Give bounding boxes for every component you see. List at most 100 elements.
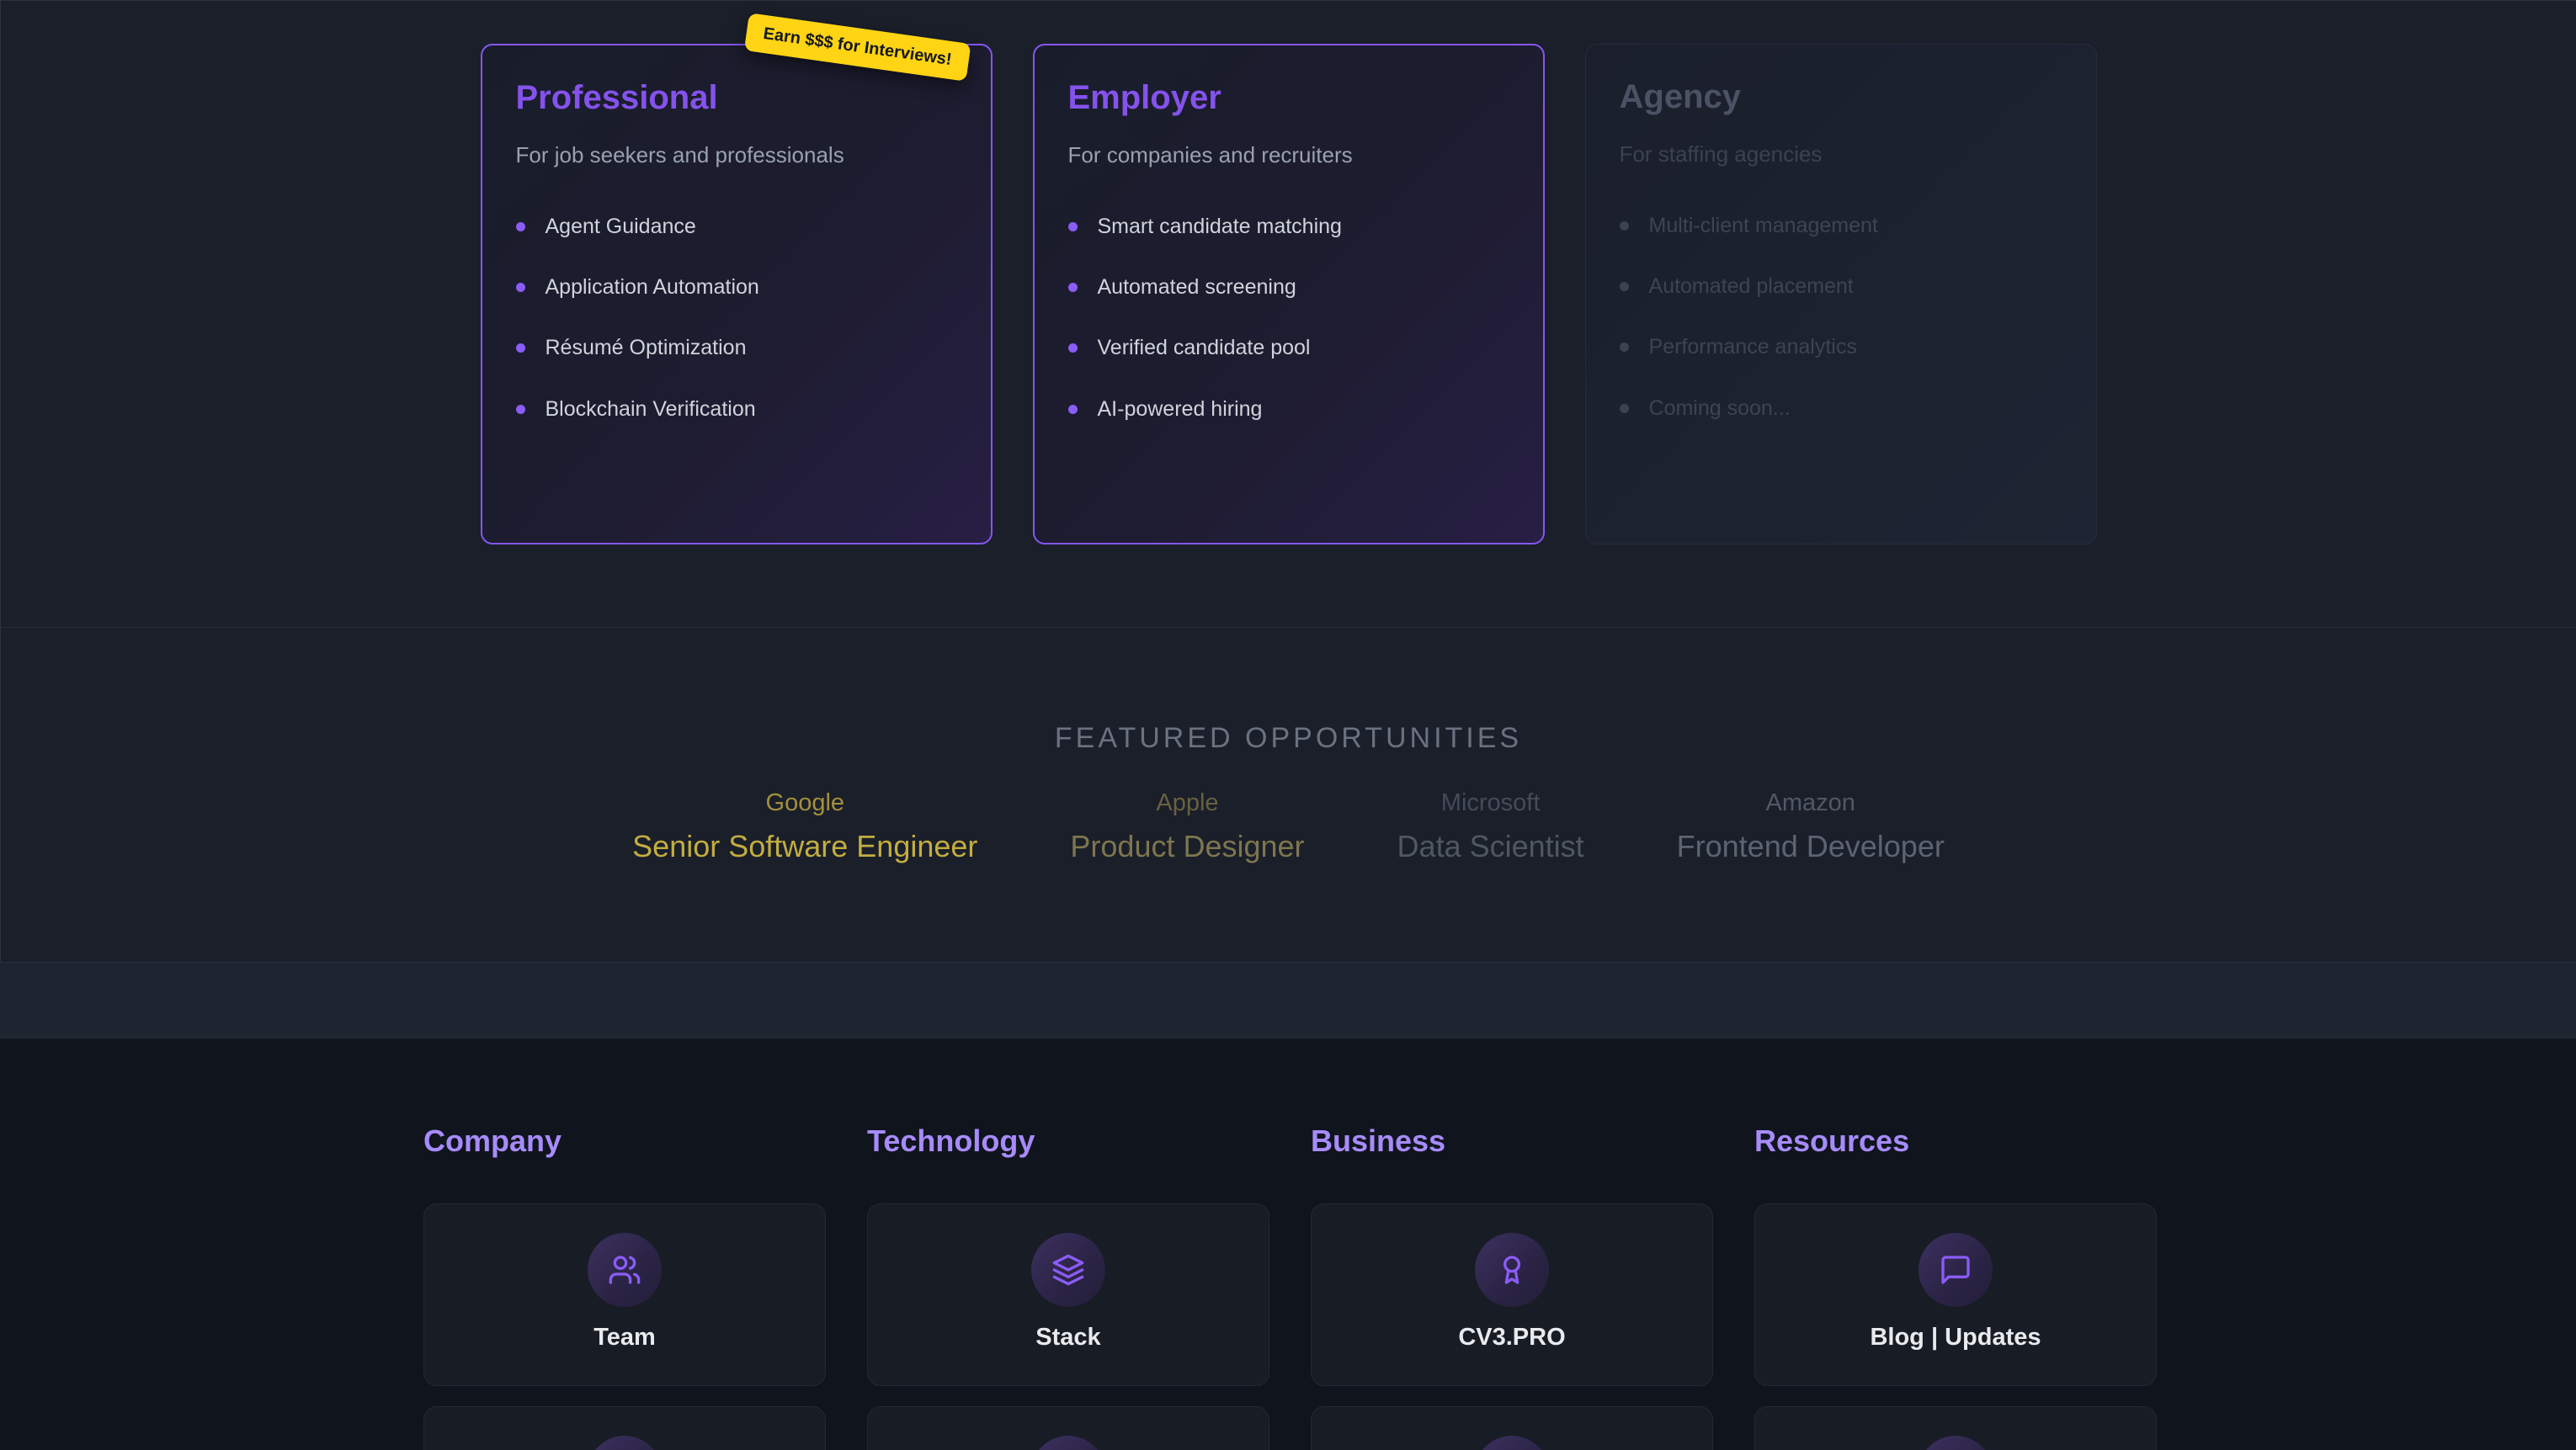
feature-item: Application Automation	[516, 274, 957, 300]
job-role: Frontend Developer	[1677, 828, 1945, 864]
feature-label: Coming soon...	[1649, 396, 1791, 422]
feature-bullet-icon	[1620, 221, 1629, 231]
plan-title: Employer	[1068, 77, 1509, 118]
job-item-google[interactable]: Google Senior Software Engineer	[632, 789, 977, 864]
plan-description: For job seekers and professionals	[516, 141, 957, 170]
feature-label: Performance analytics	[1649, 334, 1857, 360]
feature-bullet-icon	[1620, 343, 1629, 352]
feature-item: Résumé Optimization	[516, 335, 957, 361]
footer-card-team[interactable]: Team	[423, 1203, 826, 1386]
feature-item: Agent Guidance	[516, 214, 957, 240]
footer-column-company: Company Team	[423, 1123, 826, 1450]
plan-feature-list: Agent Guidance Application Automation Ré…	[516, 214, 957, 422]
layers-icon	[1051, 1253, 1085, 1287]
feature-item: Multi-client management	[1620, 213, 2062, 239]
footer-card-stack[interactable]: Stack	[867, 1203, 1269, 1386]
footer-card-label: Blog | Updates	[1755, 1324, 2156, 1352]
feature-item: Automated placement	[1620, 274, 2062, 300]
feature-item: Performance analytics	[1620, 334, 2062, 360]
feature-bullet-icon	[1068, 343, 1078, 353]
icon-circle	[1475, 1233, 1549, 1307]
footer-column-resources: Resources Blog | Updates	[1754, 1123, 2157, 1450]
feature-bullet-icon	[516, 222, 525, 231]
spacer-band	[0, 962, 2576, 1038]
feature-bullet-icon	[516, 283, 525, 292]
feature-bullet-icon	[516, 343, 525, 353]
plan-feature-list: Multi-client management Automated placem…	[1620, 213, 2062, 422]
feature-label: Agent Guidance	[546, 214, 696, 240]
users-icon	[608, 1253, 641, 1287]
footer-card-blog[interactable]: Blog | Updates	[1754, 1203, 2157, 1386]
feature-item: Coming soon...	[1620, 396, 2062, 422]
feature-bullet-icon	[1068, 405, 1078, 414]
feature-bullet-icon	[1620, 282, 1629, 291]
job-role: Senior Software Engineer	[632, 828, 977, 864]
footer-card-partial[interactable]	[867, 1406, 1269, 1450]
plan-card-employer[interactable]: Employer For companies and recruiters Sm…	[1033, 44, 1545, 544]
pricing-section: Professional For job seekers and profess…	[0, 0, 2576, 627]
feature-item: Smart candidate matching	[1068, 214, 1509, 240]
award-icon	[1495, 1253, 1529, 1287]
footer-card-cv3pro[interactable]: CV3.PRO	[1311, 1203, 1713, 1386]
job-item-apple[interactable]: Apple Product Designer	[1070, 789, 1304, 864]
footer-card-partial[interactable]	[1311, 1406, 1713, 1450]
feature-item: Automated screening	[1068, 274, 1509, 300]
feature-label: Multi-client management	[1649, 213, 1878, 239]
icon-circle	[1919, 1233, 1993, 1307]
footer-heading: Company	[423, 1123, 826, 1158]
footer-column-technology: Technology Stack	[867, 1123, 1269, 1450]
footer-heading: Business	[1311, 1123, 1713, 1158]
job-item-microsoft[interactable]: Microsoft Data Scientist	[1397, 789, 1584, 864]
featured-opportunities-section: FEATURED OPPORTUNITIES Google Senior Sof…	[0, 627, 2576, 962]
footer-heading: Resources	[1754, 1123, 2157, 1158]
feature-label: Smart candidate matching	[1098, 214, 1342, 240]
page: Professional For job seekers and profess…	[0, 0, 2576, 1450]
footer-columns: Company Team	[423, 1123, 2157, 1450]
icon-circle	[588, 1233, 662, 1307]
icon-circle	[1031, 1233, 1105, 1307]
feature-item: AI-powered hiring	[1068, 396, 1509, 422]
footer-card-label: CV3.PRO	[1312, 1324, 1712, 1352]
footer-card-label: Stack	[868, 1324, 1269, 1352]
plan-description: For staffing agencies	[1620, 141, 2062, 169]
feature-bullet-icon	[516, 405, 525, 414]
job-company: Google	[632, 789, 977, 818]
job-company: Microsoft	[1397, 789, 1584, 818]
plan-card-agency: Agency For staffing agencies Multi-clien…	[1585, 44, 2097, 544]
job-role: Data Scientist	[1397, 828, 1584, 864]
icon-circle	[1475, 1436, 1549, 1450]
featured-section-title: FEATURED OPPORTUNITIES	[1, 722, 2576, 755]
feature-label: Verified candidate pool	[1098, 335, 1311, 361]
footer-card-label: Team	[424, 1324, 825, 1352]
feature-item: Verified candidate pool	[1068, 335, 1509, 361]
footer-column-business: Business CV3.PRO	[1311, 1123, 1713, 1450]
job-company: Apple	[1070, 789, 1304, 818]
footer-card-partial[interactable]	[1754, 1406, 2157, 1450]
plan-title: Agency	[1620, 77, 2062, 117]
feature-label: Résumé Optimization	[546, 335, 747, 361]
feature-label: Application Automation	[546, 274, 759, 300]
feature-label: Automated placement	[1649, 274, 1854, 300]
plan-card-professional[interactable]: Professional For job seekers and profess…	[481, 44, 993, 544]
footer-section: Company Team	[0, 1038, 2576, 1450]
plan-description: For companies and recruiters	[1068, 141, 1509, 170]
feature-label: AI-powered hiring	[1098, 396, 1263, 422]
plan-cards-row: Professional For job seekers and profess…	[481, 44, 2097, 544]
icon-circle	[1919, 1436, 1993, 1450]
plan-title: Professional	[516, 77, 957, 118]
icon-circle	[588, 1436, 662, 1450]
job-item-amazon[interactable]: Amazon Frontend Developer	[1677, 789, 1945, 864]
footer-card-partial[interactable]	[423, 1406, 826, 1450]
feature-bullet-icon	[1620, 404, 1629, 413]
icon-circle	[1031, 1436, 1105, 1450]
footer-heading: Technology	[867, 1123, 1269, 1158]
feature-label: Blockchain Verification	[546, 396, 756, 422]
plan-feature-list: Smart candidate matching Automated scree…	[1068, 214, 1509, 422]
job-role: Product Designer	[1070, 828, 1304, 864]
feature-bullet-icon	[1068, 283, 1078, 292]
featured-jobs-row: Google Senior Software Engineer Apple Pr…	[1, 789, 2576, 864]
feature-item: Blockchain Verification	[516, 396, 957, 422]
message-square-icon	[1939, 1253, 1972, 1287]
feature-label: Automated screening	[1098, 274, 1296, 300]
job-company: Amazon	[1677, 789, 1945, 818]
